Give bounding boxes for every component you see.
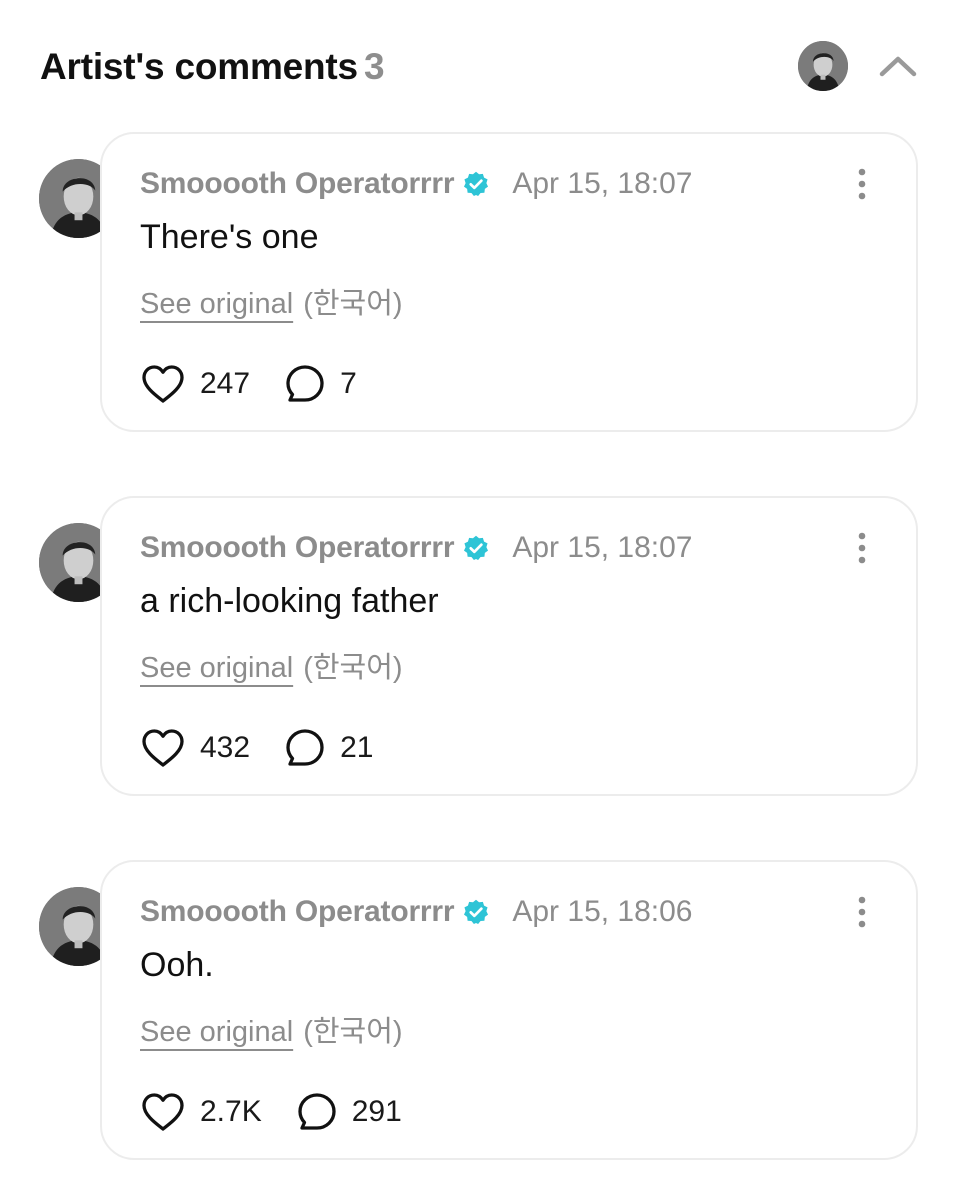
- more-options-button[interactable]: [850, 166, 874, 202]
- artist-comments-page: Artist's comments 3 Smooooth Operatorrrr…: [0, 0, 960, 1200]
- author-name[interactable]: Smooooth Operatorrrr: [140, 531, 455, 565]
- reply-button[interactable]: 7: [284, 363, 357, 405]
- reply-button[interactable]: 291: [296, 1091, 402, 1133]
- comment-actions: 247 7: [140, 362, 357, 406]
- heart-icon: [142, 1093, 184, 1131]
- chevron-up-icon: [879, 56, 917, 77]
- more-vertical-icon: [858, 532, 866, 564]
- like-count: 432: [200, 731, 251, 764]
- like-count: 2.7K: [200, 1095, 262, 1128]
- more-options-button[interactable]: [850, 530, 874, 566]
- like-button[interactable]: 247: [140, 363, 250, 405]
- comment-item: Smooooth Operatorrrr Apr 15, 18:06 Ooh. …: [0, 860, 960, 1165]
- reply-count: 291: [351, 1095, 402, 1128]
- see-original-link[interactable]: See original: [140, 1016, 293, 1048]
- translation-row: See original (한국어): [140, 1008, 403, 1050]
- more-vertical-icon: [858, 168, 866, 200]
- verified-badge-icon: [464, 171, 489, 197]
- reply-count: 7: [340, 367, 357, 400]
- original-language: (한국어): [303, 1016, 403, 1048]
- comment-count: 3: [363, 46, 385, 87]
- comment-meta: Smooooth Operatorrrr Apr 15, 18:06: [140, 892, 693, 932]
- verified-badge-icon: [464, 535, 489, 561]
- section-title-text: Artist's comments: [40, 46, 358, 87]
- like-button[interactable]: 432: [140, 727, 250, 769]
- section-title: Artist's comments 3: [40, 46, 385, 88]
- comment-actions: 2.7K 291: [140, 1090, 402, 1134]
- comment-card: Smooooth Operatorrrr Apr 15, 18:07 There…: [100, 132, 918, 432]
- speech-bubble-icon: [298, 1093, 336, 1130]
- like-button[interactable]: 2.7K: [140, 1091, 262, 1133]
- speech-bubble-icon: [286, 365, 324, 402]
- comment-timestamp: Apr 15, 18:07: [512, 167, 693, 200]
- comment-meta: Smooooth Operatorrrr Apr 15, 18:07: [140, 528, 693, 568]
- comment-item: Smooooth Operatorrrr Apr 15, 18:07 There…: [0, 132, 960, 437]
- heart-icon: [142, 729, 184, 767]
- speech-bubble-icon: [286, 729, 324, 766]
- author-name[interactable]: Smooooth Operatorrrr: [140, 167, 455, 201]
- reply-button[interactable]: 21: [284, 727, 373, 769]
- comment-item: Smooooth Operatorrrr Apr 15, 18:07 a ric…: [0, 496, 960, 801]
- artist-avatar[interactable]: [798, 41, 848, 91]
- comment-actions: 432 21: [140, 726, 373, 770]
- reply-count: 21: [340, 731, 374, 764]
- comment-card: Smooooth Operatorrrr Apr 15, 18:07 a ric…: [100, 496, 918, 796]
- translation-row: See original (한국어): [140, 644, 403, 686]
- heart-icon: [142, 365, 184, 403]
- collapse-button[interactable]: [876, 48, 920, 84]
- like-count: 247: [200, 367, 251, 400]
- more-vertical-icon: [858, 896, 866, 928]
- comment-text: Ooh.: [140, 946, 214, 984]
- comment-meta: Smooooth Operatorrrr Apr 15, 18:07: [140, 164, 693, 204]
- verified-badge-icon: [464, 899, 489, 925]
- comment-text: a rich-looking father: [140, 582, 439, 620]
- original-language: (한국어): [303, 288, 403, 320]
- comment-timestamp: Apr 15, 18:07: [512, 531, 693, 564]
- see-original-link[interactable]: See original: [140, 288, 293, 320]
- comment-text: There's one: [140, 218, 319, 256]
- translation-row: See original (한국어): [140, 280, 403, 322]
- original-language: (한국어): [303, 652, 403, 684]
- artist-comments-header: Artist's comments 3: [40, 38, 920, 98]
- comment-card: Smooooth Operatorrrr Apr 15, 18:06 Ooh. …: [100, 860, 918, 1160]
- author-name[interactable]: Smooooth Operatorrrr: [140, 895, 455, 929]
- comment-timestamp: Apr 15, 18:06: [512, 895, 693, 928]
- more-options-button[interactable]: [850, 894, 874, 930]
- see-original-link[interactable]: See original: [140, 652, 293, 684]
